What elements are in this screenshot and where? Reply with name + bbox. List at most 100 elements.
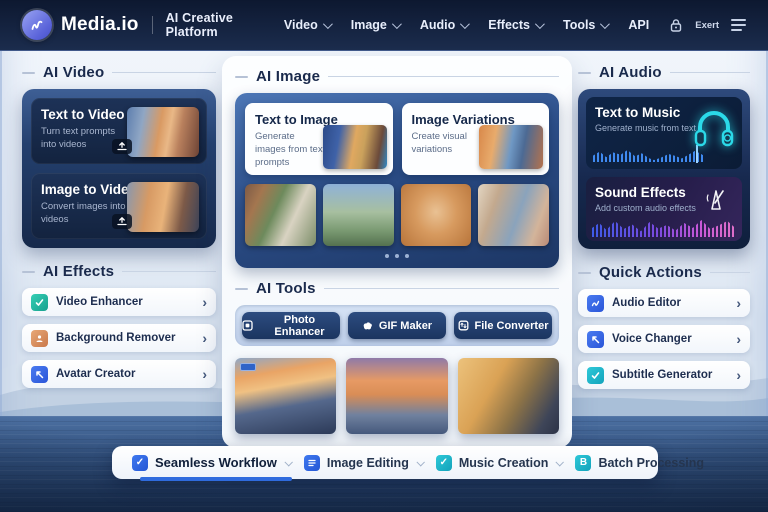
top-navbar: Media.io AI Creative Platform Video Imag… (0, 0, 768, 51)
nav-item-effects[interactable]: Effects (488, 18, 542, 32)
video-enhancer-item[interactable]: Video Enhancer › (22, 288, 216, 316)
background-remover-icon (31, 330, 48, 347)
heading-rule (670, 72, 750, 73)
mediaio-app: Media.io AI Creative Platform Video Imag… (0, 0, 768, 512)
image-to-video-thumbnail (127, 182, 199, 232)
gallery-photo[interactable] (401, 184, 472, 246)
heading-rule (112, 72, 216, 73)
chevron-down-icon (416, 458, 424, 466)
photo-enhancer-button[interactable]: Photo Enhancer (242, 312, 340, 339)
heading-dash (578, 272, 591, 274)
image-to-video-card[interactable]: Image to Video Convert images into video… (31, 173, 207, 239)
ai-tools-heading-row: AI Tools (235, 280, 559, 297)
ai-image-panel: Text to Image Generate images from text … (235, 93, 559, 268)
document-icon (304, 455, 320, 471)
showcase-photo[interactable] (235, 358, 336, 434)
file-converter-button[interactable]: File Converter (454, 312, 552, 339)
gallery-photo[interactable] (245, 184, 316, 246)
chevron-right-icon: › (202, 331, 207, 345)
audio-editor-icon (587, 295, 604, 312)
photo-badge-icon (240, 363, 256, 371)
ai-image-heading: AI Image (256, 68, 320, 85)
batch-processing-item[interactable]: B Batch Processing (575, 455, 704, 471)
text-to-image-card[interactable]: Text to Image Generate images from text … (245, 103, 393, 175)
nav-item-video[interactable]: Video (284, 18, 330, 32)
ai-audio-heading-row: AI Audio (578, 64, 750, 81)
ai-video-panel: Text to Video Turn text prompts into vid… (22, 89, 216, 248)
gif-maker-icon (362, 320, 373, 331)
image-editing-item[interactable]: Image Editing (304, 455, 427, 471)
music-creation-item[interactable]: ✓ Music Creation (436, 455, 567, 471)
image-carousel (245, 184, 549, 246)
nav-item-label: Video (284, 18, 318, 32)
nav-item-api[interactable]: API (628, 18, 649, 32)
ai-effects-heading-row: AI Effects (22, 263, 216, 280)
ai-effects-heading: AI Effects (43, 263, 114, 280)
nav-item-label: Image (351, 18, 387, 32)
nav-item-tools[interactable]: Tools (563, 18, 607, 32)
card-title: Text to Music (595, 105, 733, 120)
text-to-image-thumbnail (323, 125, 387, 169)
footer-item-label: Image Editing (327, 456, 409, 470)
carousel-dot[interactable] (405, 254, 409, 258)
nav-links: Video Image Audio Effects Tools API (284, 18, 649, 32)
brand-name: Media.io (61, 14, 139, 36)
heading-dash (235, 76, 248, 78)
subtitle-generator-icon (587, 367, 604, 384)
footer-item-label: Music Creation (459, 456, 549, 470)
avatar-creator-icon (31, 366, 48, 383)
left-column: AI Video Text to Video Turn text prompts… (22, 64, 216, 396)
video-enhancer-icon (31, 294, 48, 311)
avatar-creator-item[interactable]: Avatar Creator › (22, 360, 216, 388)
platform-title: AI Creative Platform (166, 11, 284, 39)
ai-image-heading-row: AI Image (235, 68, 559, 85)
exert-label[interactable]: Exert (695, 20, 719, 31)
nav-item-audio[interactable]: Audio (420, 18, 467, 32)
nav-utilities: Exert (669, 18, 746, 33)
gallery-photo[interactable] (478, 184, 549, 246)
nav-item-image[interactable]: Image (351, 18, 399, 32)
image-variations-card[interactable]: Image Variations Create visual variation… (402, 103, 550, 175)
heading-rule (328, 76, 559, 77)
batch-icon: B (575, 455, 591, 471)
card-description: Generate music from text (595, 123, 733, 133)
gif-maker-button[interactable]: GIF Maker (348, 312, 446, 339)
voice-changer-item[interactable]: Voice Changer › (578, 325, 750, 353)
waveform-purple (592, 217, 736, 237)
mediaio-logo-icon[interactable] (22, 10, 52, 40)
heading-dash (235, 288, 248, 290)
carousel-dots (245, 254, 549, 258)
sound-effects-card[interactable]: Sound Effects Add custom audio effects (586, 177, 742, 241)
ai-audio-panel: Text to Music Generate music from text S… (578, 89, 750, 249)
chevron-right-icon: › (202, 295, 207, 309)
showcase-photo[interactable] (346, 358, 447, 434)
carousel-dot[interactable] (395, 254, 399, 258)
lock-icon[interactable] (669, 18, 683, 33)
ai-audio-heading: AI Audio (599, 64, 662, 81)
text-to-music-card[interactable]: Text to Music Generate music from text (586, 97, 742, 169)
center-column: AI Image Text to Image Generate images f… (222, 56, 572, 448)
upload-icon[interactable] (112, 139, 132, 154)
checkbox-icon: ✓ (132, 455, 148, 471)
nav-item-label: Tools (563, 18, 595, 32)
heading-dash (578, 72, 591, 74)
seamless-workflow-item[interactable]: ✓ Seamless Workflow (132, 455, 295, 471)
audio-editor-item[interactable]: Audio Editor › (578, 289, 750, 317)
chevron-down-icon (284, 458, 292, 466)
item-label: Video Enhancer (56, 296, 194, 308)
text-to-video-card[interactable]: Text to Video Turn text prompts into vid… (31, 98, 207, 164)
gallery-photo[interactable] (323, 184, 394, 246)
upload-icon[interactable] (112, 214, 132, 229)
subtitle-generator-item[interactable]: Subtitle Generator › (578, 361, 750, 389)
button-label: Photo Enhancer (259, 314, 340, 338)
showcase-photo[interactable] (458, 358, 559, 434)
item-label: Voice Changer (612, 333, 728, 345)
chevron-right-icon: › (736, 368, 741, 382)
background-remover-item[interactable]: Background Remover › (22, 324, 216, 352)
item-label: Subtitle Generator (612, 369, 728, 381)
carousel-dot[interactable] (385, 254, 389, 258)
ai-image-cards: Text to Image Generate images from text … (245, 103, 549, 175)
chevron-down-icon (600, 19, 610, 29)
hamburger-menu-icon[interactable] (731, 19, 746, 31)
button-label: GIF Maker (379, 320, 432, 332)
